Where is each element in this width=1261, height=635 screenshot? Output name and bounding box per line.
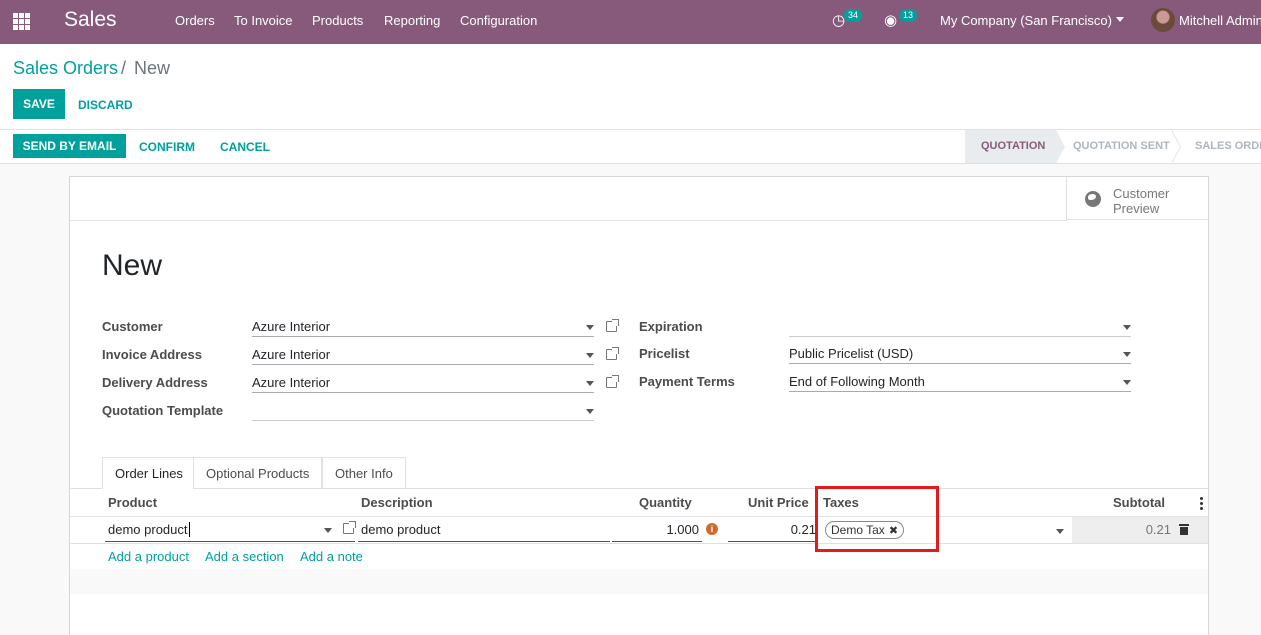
- trash-icon[interactable]: [1179, 524, 1189, 535]
- external-link-icon[interactable]: [606, 347, 619, 360]
- chevron-down-icon[interactable]: [1056, 529, 1064, 534]
- column-unit-price[interactable]: Unit Price: [748, 495, 809, 510]
- activity-badge: 34: [844, 9, 863, 22]
- quotation-template-label: Quotation Template: [102, 403, 224, 418]
- messages-badge: 13: [899, 9, 918, 22]
- remove-tag-icon[interactable]: ✖: [889, 525, 898, 537]
- column-taxes[interactable]: Taxes: [823, 495, 859, 510]
- company-switcher[interactable]: My Company (San Francisco): [940, 13, 1112, 28]
- product-value: demo product: [108, 522, 188, 537]
- expiration-label: Expiration: [639, 319, 703, 334]
- quantity-input[interactable]: 1.000: [612, 518, 702, 542]
- breadcrumb-sales-orders[interactable]: Sales Orders: [13, 58, 118, 79]
- expiration-field[interactable]: [789, 317, 1131, 337]
- record-title: New: [102, 249, 163, 282]
- app-name[interactable]: Sales: [64, 8, 117, 32]
- chevron-down-icon[interactable]: [1123, 352, 1131, 357]
- breadcrumb-current: New: [134, 58, 171, 78]
- tax-tag-label: Demo Tax: [831, 523, 885, 537]
- menu-to-invoice[interactable]: To Invoice: [234, 13, 293, 28]
- chevron-down-icon[interactable]: [1123, 380, 1131, 385]
- table-footer: [70, 569, 1208, 594]
- delivery-address-label: Delivery Address: [102, 375, 208, 390]
- chevron-down-icon[interactable]: [1116, 17, 1124, 22]
- invoice-address-label: Invoice Address: [102, 347, 202, 362]
- customer-preview-label[interactable]: Customer Preview: [1113, 186, 1193, 216]
- add-product-link[interactable]: Add a product: [108, 549, 189, 564]
- globe-icon: [1085, 191, 1101, 207]
- messages-chat-icon[interactable]: ◉: [884, 11, 897, 29]
- stage-quotation-sent[interactable]: QUOTATION SENT: [1057, 130, 1177, 163]
- column-product[interactable]: Product: [108, 495, 157, 510]
- column-subtotal[interactable]: Subtotal: [1113, 495, 1165, 510]
- menu-orders[interactable]: Orders: [175, 13, 215, 28]
- chevron-down-icon[interactable]: [1123, 325, 1131, 330]
- tab-optional-products[interactable]: Optional Products: [193, 457, 323, 489]
- customer-label: Customer: [102, 319, 163, 334]
- column-description[interactable]: Description: [361, 495, 433, 510]
- chevron-down-icon[interactable]: [586, 381, 594, 386]
- control-panel: Sales Orders / New SAVE DISCARD: [0, 44, 1261, 130]
- user-menu[interactable]: Mitchell Admin: [1179, 13, 1261, 28]
- tab-other-info[interactable]: Other Info: [322, 457, 406, 489]
- breadcrumb-separator: /: [121, 58, 127, 78]
- cancel-button[interactable]: CANCEL: [220, 140, 270, 154]
- menu-configuration[interactable]: Configuration: [460, 13, 537, 28]
- external-link-icon[interactable]: [343, 521, 356, 534]
- user-avatar[interactable]: [1151, 8, 1175, 32]
- save-button[interactable]: SAVE: [13, 89, 65, 119]
- product-input[interactable]: demo product: [105, 518, 355, 542]
- column-quantity[interactable]: Quantity: [639, 495, 692, 510]
- apps-menu-icon[interactable]: [13, 13, 30, 30]
- quotation-template-field[interactable]: [252, 401, 594, 421]
- customer-field[interactable]: Azure Interior: [252, 317, 594, 337]
- discard-button[interactable]: DISCARD: [78, 98, 133, 112]
- description-input[interactable]: demo product: [358, 518, 610, 542]
- unit-price-input[interactable]: 0.21: [728, 518, 816, 542]
- info-icon[interactable]: i: [706, 523, 718, 535]
- payment-terms-label: Payment Terms: [639, 374, 735, 389]
- statusbar: SEND BY EMAIL CONFIRM CANCEL QUOTATION Q…: [0, 130, 1261, 164]
- column-options-icon[interactable]: [1200, 497, 1203, 510]
- menu-products[interactable]: Products: [312, 13, 363, 28]
- form-sheet: [69, 176, 1209, 635]
- tab-order-lines[interactable]: Order Lines: [102, 457, 196, 489]
- menu-reporting[interactable]: Reporting: [384, 13, 440, 28]
- pricelist-field[interactable]: Public Pricelist (USD): [789, 344, 1131, 364]
- tax-tag: Demo Tax ✖: [825, 521, 905, 539]
- top-navbar: Sales Orders To Invoice Products Reporti…: [0, 0, 1261, 44]
- subtotal-value: 0.21: [1145, 522, 1171, 537]
- chevron-down-icon[interactable]: [586, 353, 594, 358]
- delivery-address-field[interactable]: Azure Interior: [252, 373, 594, 393]
- divider: [70, 220, 1067, 221]
- payment-terms-field[interactable]: End of Following Month: [789, 372, 1131, 392]
- external-link-icon[interactable]: [606, 375, 619, 388]
- chevron-down-icon[interactable]: [586, 325, 594, 330]
- stage-sales-order[interactable]: SALES ORDER: [1179, 130, 1261, 163]
- send-by-email-button[interactable]: SEND BY EMAIL: [13, 134, 126, 158]
- chevron-down-icon[interactable]: [324, 528, 332, 533]
- stage-quotation[interactable]: QUOTATION: [965, 130, 1056, 163]
- invoice-address-field[interactable]: Azure Interior: [252, 345, 594, 365]
- confirm-button[interactable]: CONFIRM: [139, 140, 195, 154]
- pricelist-label: Pricelist: [639, 346, 690, 361]
- external-link-icon[interactable]: [606, 319, 619, 332]
- chevron-down-icon[interactable]: [586, 409, 594, 414]
- add-section-link[interactable]: Add a section: [205, 549, 284, 564]
- add-note-link[interactable]: Add a note: [300, 549, 363, 564]
